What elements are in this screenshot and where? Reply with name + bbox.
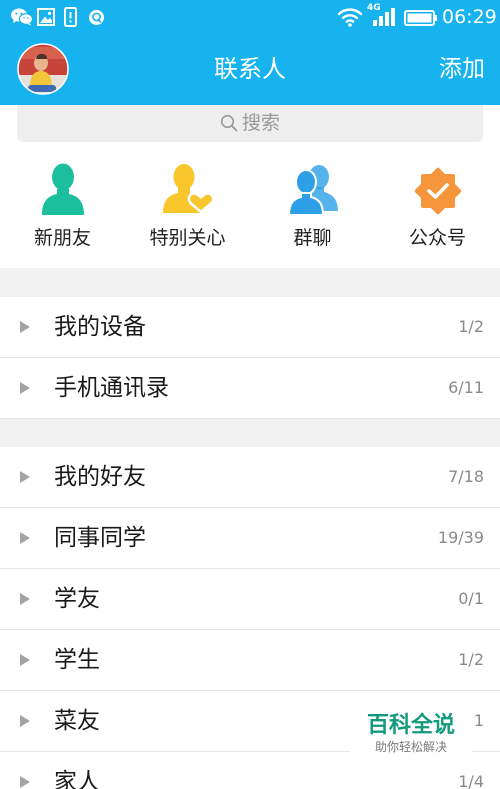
status-time: 06:29: [442, 6, 497, 28]
expand-arrow-icon: [20, 321, 30, 333]
expand-arrow-icon: [20, 382, 30, 394]
wechat-icon: [11, 8, 33, 26]
new-friend-icon: [0, 163, 125, 215]
battery-icon: [404, 10, 438, 26]
quick-action-group-chats[interactable]: 群聊: [250, 150, 375, 268]
sim-alert-icon: [64, 7, 77, 27]
group-online-count: 19/39: [437, 528, 484, 547]
special-care-icon: [125, 164, 250, 214]
add-contact-button[interactable]: 添加: [439, 34, 485, 105]
expand-arrow-icon: [20, 715, 30, 727]
official-account-icon: [375, 167, 500, 215]
expand-arrow-icon: [20, 471, 30, 483]
search-icon: [220, 114, 238, 132]
quick-action-new-friends[interactable]: 新朋友: [0, 150, 125, 268]
app-header: 联系人 添加: [0, 34, 500, 105]
group-name: 我的好友: [54, 464, 146, 490]
expand-arrow-icon: [20, 654, 30, 666]
group-online-count: 1: [473, 711, 484, 730]
search-input[interactable]: 搜索: [17, 100, 483, 142]
watermark-subtitle: 助你轻松解决: [374, 740, 447, 754]
expand-arrow-icon: [20, 593, 30, 605]
quick-action-label: 新朋友: [33, 227, 91, 249]
page-title: 联系人: [214, 55, 286, 83]
group-name: 学友: [54, 586, 100, 612]
group-name: 家人: [54, 769, 100, 789]
section-divider: [0, 268, 500, 297]
expand-arrow-icon: [20, 776, 30, 788]
group-name: 手机通讯录: [54, 375, 169, 401]
group-online-count: 1/2: [458, 650, 484, 669]
image-icon: [37, 8, 55, 26]
avatar[interactable]: [17, 43, 69, 95]
notification-icon: [88, 9, 105, 26]
wifi-icon: [337, 7, 363, 27]
group-online-count: 6/11: [448, 378, 484, 397]
group-my-friends[interactable]: 我的好友 7/18: [0, 447, 500, 508]
group-colleagues-classmates[interactable]: 同事同学 19/39: [0, 508, 500, 569]
signal-icon: [373, 8, 395, 26]
device-contacts-section: 我的设备 1/2 手机通讯录 6/11: [0, 297, 500, 419]
group-my-devices[interactable]: 我的设备 1/2: [0, 297, 500, 358]
quick-action-label: 公众号: [408, 227, 466, 249]
group-name: 同事同学: [54, 525, 146, 551]
quick-action-official-accounts[interactable]: 公众号: [375, 150, 500, 268]
group-chat-icon: [250, 165, 375, 215]
status-bar: 4G 06:29: [0, 0, 500, 34]
contacts-screen: 4G 06:29 联系人 添加 搜索 新朋友 特别关心 群聊 公众号 我的设备 …: [0, 0, 500, 789]
search-placeholder: 搜索: [241, 112, 280, 134]
quick-action-label: 群聊: [293, 227, 332, 249]
group-name: 学生: [54, 647, 100, 673]
quick-actions: 新朋友 特别关心 群聊 公众号: [0, 150, 500, 268]
group-name: 我的设备: [54, 314, 146, 340]
quick-action-special-care[interactable]: 特别关心: [125, 150, 250, 268]
section-divider: [0, 419, 500, 447]
group-name: 菜友: [54, 708, 100, 734]
group-phone-contacts[interactable]: 手机通讯录 6/11: [0, 358, 500, 419]
group-students[interactable]: 学生 1/2: [0, 630, 500, 691]
expand-arrow-icon: [20, 532, 30, 544]
watermark-title: 百科全说: [366, 713, 455, 738]
group-online-count: 0/1: [458, 589, 484, 608]
group-schoolmates[interactable]: 学友 0/1: [0, 569, 500, 630]
group-online-count: 1/2: [458, 317, 484, 336]
quick-action-label: 特别关心: [149, 227, 226, 249]
group-online-count: 7/18: [448, 467, 484, 486]
watermark: 百科全说 助你轻松解决: [350, 705, 472, 761]
